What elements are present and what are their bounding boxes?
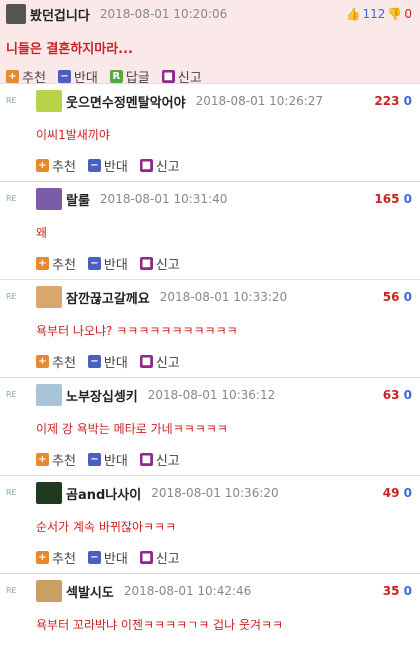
comment: RE 웃으면수정멘탈악어야 2018-08-01 10:26:27 223 0 …: [0, 84, 420, 182]
comment-author[interactable]: 노부장십셍키: [66, 386, 138, 405]
re-label: RE: [6, 292, 17, 301]
main-post: 봤던겁니다 2018-08-01 10:20:06 👍 112 👎 0 니들은 …: [0, 0, 420, 86]
oppose-button[interactable]: − 반대: [87, 548, 128, 567]
comment-header: 노부장십셍키 2018-08-01 10:36:12 63 0: [36, 384, 412, 406]
siren-icon: ■: [139, 257, 153, 270]
minus-icon: −: [57, 70, 71, 83]
comment-score: 165 0: [374, 192, 412, 206]
comment-actions: + 추천 − 반대 ■ 신고: [36, 450, 412, 469]
comment-time: 2018-08-01 10:26:27: [195, 94, 324, 108]
comment-score: 223 0: [374, 94, 412, 108]
re-label: RE: [6, 488, 17, 497]
re-label: RE: [6, 96, 17, 105]
post-author[interactable]: 봤던겁니다: [30, 5, 90, 24]
comment-score: 49 0: [382, 486, 412, 500]
comment-author[interactable]: 곰and나사이: [66, 484, 141, 503]
post-votes: 👍 112 👎 0: [346, 7, 412, 21]
comment-text: 욕부터 꼬라박냐 이젠ㅋㅋㅋㅋㄱㅋ 겁나 웃겨ㅋㅋ: [36, 618, 284, 632]
comment-author[interactable]: 랄룰: [66, 190, 90, 209]
siren-icon: ■: [139, 159, 153, 172]
report-button[interactable]: ■ 신고: [139, 450, 180, 469]
comment-time: 2018-08-01 10:42:46: [123, 584, 252, 598]
recommend-button[interactable]: + 추천: [36, 548, 76, 567]
avatar[interactable]: [36, 188, 62, 210]
comment-actions: + 추천 − 반대 ■ 신고: [36, 156, 412, 175]
avatar[interactable]: [36, 384, 62, 406]
report-button[interactable]: ■ 신고: [139, 548, 180, 567]
re-label: RE: [6, 586, 17, 595]
comment: RE 섹발시도 2018-08-01 10:42:46 35 0 욕부터 꼬라박…: [0, 574, 420, 672]
report-button[interactable]: ■ 신고: [139, 352, 180, 371]
comment-header: 잠깐끊고갈께요 2018-08-01 10:33:20 56 0: [36, 286, 412, 308]
minus-icon: −: [87, 551, 101, 564]
siren-icon: ■: [139, 453, 153, 466]
oppose-button[interactable]: − 반대: [87, 352, 128, 371]
post-time: 2018-08-01 10:20:06: [99, 7, 228, 21]
thumbs-down-icon[interactable]: 👎: [387, 7, 402, 21]
comment-time: 2018-08-01 10:31:40: [99, 192, 228, 206]
minus-icon: −: [87, 159, 101, 172]
minus-icon: −: [87, 453, 101, 466]
siren-icon: ■: [139, 355, 153, 368]
re-label: RE: [6, 194, 17, 203]
report-button[interactable]: ■ 신고: [139, 254, 180, 273]
comment-header: 웃으면수정멘탈악어야 2018-08-01 10:26:27 223 0: [36, 90, 412, 112]
comment-text: 순서가 계속 바뀌잖아ㅋㅋㅋ: [36, 520, 177, 534]
comment-score: 35 0: [382, 584, 412, 598]
oppose-button[interactable]: − 반대: [87, 450, 128, 469]
comment-score: 56 0: [382, 290, 412, 304]
comment-score: 63 0: [382, 388, 412, 402]
plus-icon: +: [6, 70, 19, 83]
comment-time: 2018-08-01 10:36:12: [147, 388, 276, 402]
comment-actions: + 추천 − 반대 ■ 신고: [36, 352, 412, 371]
comment-header: 섹발시도 2018-08-01 10:42:46 35 0: [36, 580, 412, 602]
thumbs-up-icon[interactable]: 👍: [346, 7, 361, 21]
comment-text: 이제 강 욕박는 메타로 가네ㅋㅋㅋㅋㅋ: [36, 422, 228, 436]
siren-icon: ■: [139, 551, 153, 564]
re-label: RE: [6, 390, 17, 399]
post-title: 니들은 결혼하지마라...: [6, 42, 133, 57]
recommend-button[interactable]: + 추천: [36, 450, 76, 469]
minus-icon: −: [87, 257, 101, 270]
upvote-count: 112: [362, 7, 386, 21]
plus-icon: +: [36, 159, 49, 172]
post-header: 봤던겁니다 2018-08-01 10:20:06 👍 112 👎 0: [6, 4, 412, 24]
comment-text: 왜: [36, 226, 48, 240]
comment: RE 곰and나사이 2018-08-01 10:36:20 49 0 순서가 …: [0, 476, 420, 574]
downvote-count: 0: [404, 7, 412, 21]
recommend-button[interactable]: + 추천: [36, 156, 76, 175]
comment-header: 랄룰 2018-08-01 10:31:40 165 0: [36, 188, 412, 210]
comment: RE 잠깐끊고갈께요 2018-08-01 10:33:20 56 0 욕부터 …: [0, 280, 420, 378]
comment-header: 곰and나사이 2018-08-01 10:36:20 49 0: [36, 482, 412, 504]
comment: RE 노부장십셍키 2018-08-01 10:36:12 63 0 이제 강 …: [0, 378, 420, 476]
comment: RE 랄룰 2018-08-01 10:31:40 165 0 왜 + 추천 − 반…: [0, 182, 420, 280]
recommend-button[interactable]: + 추천: [36, 254, 76, 273]
comment-time: 2018-08-01 10:33:20: [159, 290, 288, 304]
comment-actions: + 추천 − 반대 ■ 신고: [36, 254, 412, 273]
plus-icon: +: [36, 453, 49, 466]
minus-icon: −: [87, 355, 101, 368]
recommend-button[interactable]: + 추천: [36, 352, 76, 371]
comment-text: 이씨1발새끼야: [36, 128, 110, 142]
avatar[interactable]: [36, 286, 62, 308]
comment-actions: + 추천 − 반대 ■ 신고: [36, 548, 412, 567]
comment-author[interactable]: 잠깐끊고갈께요: [66, 288, 150, 307]
oppose-button[interactable]: − 반대: [87, 254, 128, 273]
plus-icon: +: [36, 355, 49, 368]
avatar[interactable]: [6, 4, 26, 24]
comment-text: 욕부터 나오냐? ㅋㅋㅋㅋㅋㅋㅋㅋㅋㅋㅋ: [36, 324, 238, 338]
oppose-button[interactable]: − 반대: [87, 156, 128, 175]
plus-icon: +: [36, 257, 49, 270]
comment-author[interactable]: 섹발시도: [66, 582, 114, 601]
avatar[interactable]: [36, 482, 62, 504]
report-button[interactable]: ■ 신고: [139, 156, 180, 175]
siren-icon: ■: [161, 70, 175, 83]
comment-author[interactable]: 웃으면수정멘탈악어야: [66, 92, 186, 111]
comment-time: 2018-08-01 10:36:20: [151, 486, 279, 500]
plus-icon: +: [36, 551, 49, 564]
avatar[interactable]: [36, 90, 62, 112]
reply-icon: R: [109, 70, 123, 83]
avatar[interactable]: [36, 580, 62, 602]
